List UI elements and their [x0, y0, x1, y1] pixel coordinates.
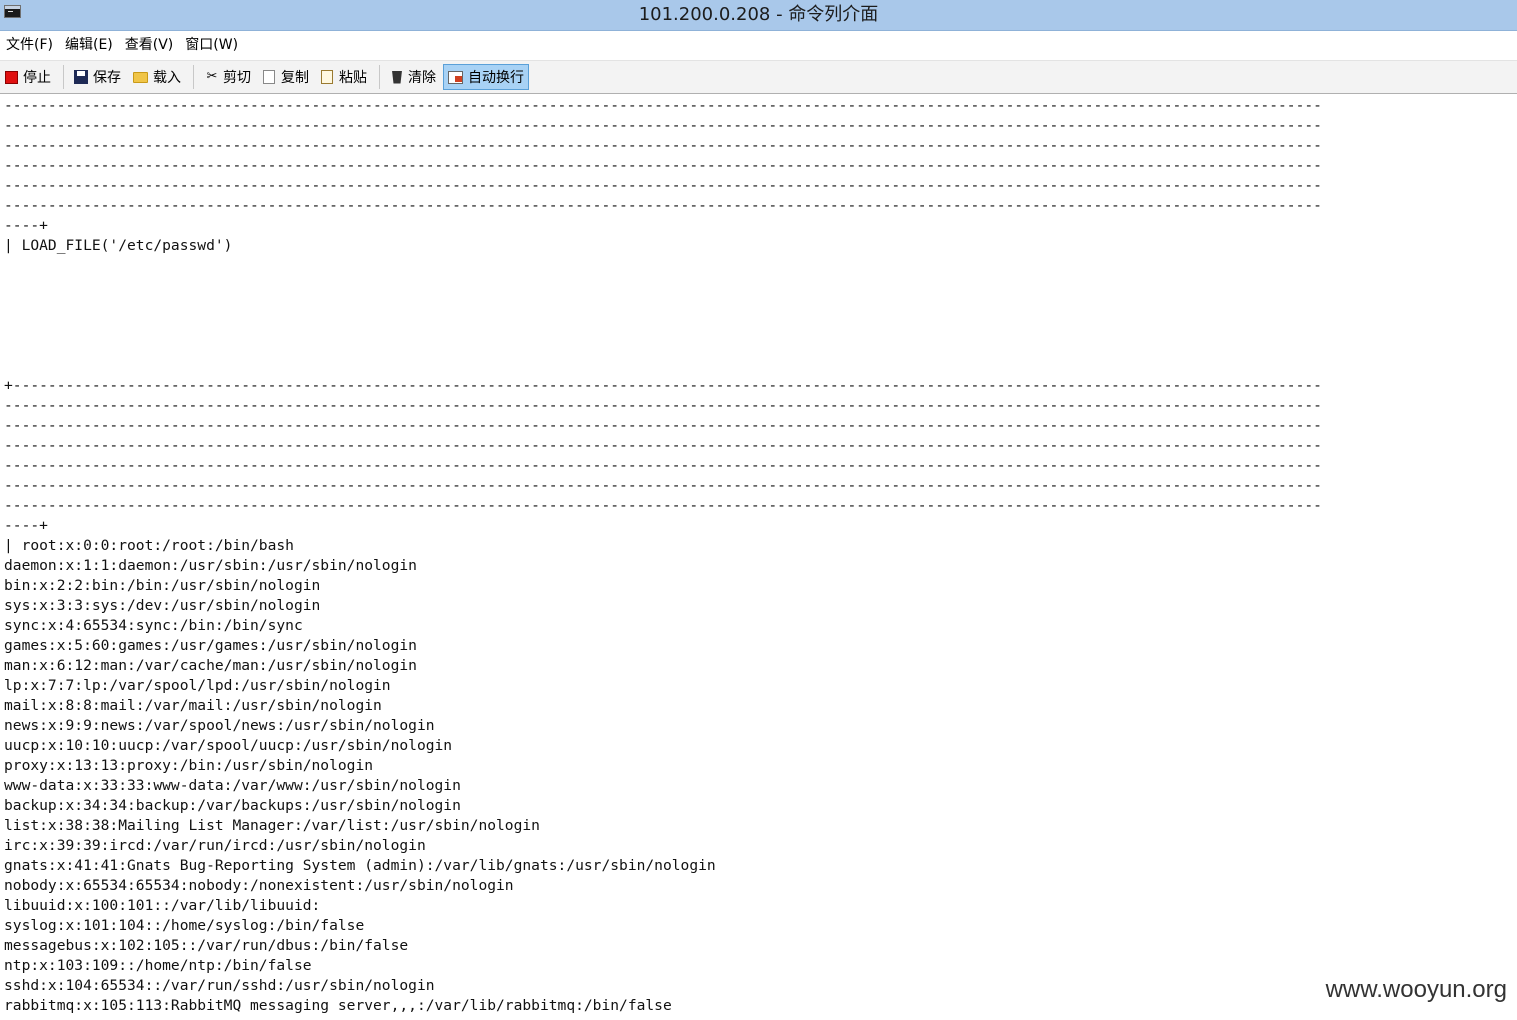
toolbar: 停止 保存 载入 ✂ 剪切 复制 粘贴 清除 自动换行 — [0, 60, 1517, 94]
console-line: rabbitmq:x:105:113:RabbitMQ messaging se… — [4, 997, 672, 1014]
menu-edit[interactable]: 编辑(E) — [59, 31, 119, 59]
save-button[interactable]: 保存 — [69, 64, 126, 90]
console-line: ----------------------------------------… — [4, 137, 1322, 154]
cut-button[interactable]: ✂ 剪切 — [199, 64, 256, 90]
console-line: libuuid:x:100:101::/var/lib/libuuid: — [4, 897, 321, 914]
copy-icon — [263, 70, 275, 84]
console-line: nobody:x:65534:65534:nobody:/nonexistent… — [4, 877, 514, 894]
console-line: sshd:x:104:65534::/var/run/sshd:/usr/sbi… — [4, 977, 435, 994]
console-line: backup:x:34:34:backup:/var/backups:/usr/… — [4, 797, 461, 814]
folder-icon — [133, 71, 148, 83]
menu-window[interactable]: 窗口(W) — [179, 31, 244, 59]
console-line: ----------------------------------------… — [4, 117, 1322, 134]
console-line: uucp:x:10:10:uucp:/var/spool/uucp:/usr/s… — [4, 737, 453, 754]
console-line: www-data:x:33:33:www-data:/var/www:/usr/… — [4, 777, 461, 794]
console-line: ntp:x:103:109::/home/ntp:/bin/false — [4, 957, 312, 974]
console-line: games:x:5:60:games:/usr/games:/usr/sbin/… — [4, 637, 417, 654]
console-line: ----------------------------------------… — [4, 397, 1322, 414]
word-wrap-icon — [448, 70, 463, 84]
toolbar-separator — [379, 65, 380, 89]
menu-bar: 文件(F) 编辑(E) 查看(V) 窗口(W) — [0, 31, 1517, 59]
console-output-area[interactable]: ----------------------------------------… — [0, 93, 1517, 1020]
trash-icon — [392, 70, 402, 84]
console-line: ----------------------------------------… — [4, 197, 1322, 214]
console-line: sys:x:3:3:sys:/dev:/usr/sbin/nologin — [4, 597, 321, 614]
copy-label: 复制 — [281, 70, 309, 86]
console-line: ----------------------------------------… — [4, 457, 1322, 474]
console-line: ----+ — [4, 517, 48, 534]
terminal-window: 101.200.0.208 - 命令列介面 文件(F) 编辑(E) 查看(V) … — [0, 0, 1517, 1020]
console-line: ----------------------------------------… — [4, 437, 1322, 454]
console-line: | root:x:0:0:root:/root:/bin/bash — [4, 537, 294, 554]
console-line: +---------------------------------------… — [4, 377, 1322, 394]
stop-button[interactable]: 停止 — [0, 64, 56, 90]
word-wrap-label: 自动换行 — [468, 70, 524, 86]
load-label: 载入 — [153, 70, 181, 86]
console-line: ----------------------------------------… — [4, 477, 1322, 494]
menu-file[interactable]: 文件(F) — [0, 31, 59, 59]
console-line: lp:x:7:7:lp:/var/spool/lpd:/usr/sbin/nol… — [4, 677, 391, 694]
window-title: 101.200.0.208 - 命令列介面 — [638, 4, 879, 25]
console-line: proxy:x:13:13:proxy:/bin:/usr/sbin/nolog… — [4, 757, 374, 774]
console-line: gnats:x:41:41:Gnats Bug-Reporting System… — [4, 857, 716, 874]
floppy-disk-icon — [74, 70, 88, 84]
console-line: list:x:38:38:Mailing List Manager:/var/l… — [4, 817, 540, 834]
watermark: www.wooyun.org — [1325, 976, 1507, 1003]
paste-label: 粘贴 — [339, 70, 367, 86]
console-line: ----+ — [4, 217, 48, 234]
console-line: ----------------------------------------… — [4, 157, 1322, 174]
console-text[interactable]: ----------------------------------------… — [0, 94, 1517, 1016]
console-line: daemon:x:1:1:daemon:/usr/sbin:/usr/sbin/… — [4, 557, 417, 574]
cut-label: 剪切 — [223, 70, 251, 86]
word-wrap-toggle[interactable]: 自动换行 — [443, 64, 529, 90]
paste-button[interactable]: 粘贴 — [316, 64, 372, 90]
console-line: man:x:6:12:man:/var/cache/man:/usr/sbin/… — [4, 657, 417, 674]
console-line: news:x:9:9:news:/var/spool/news:/usr/sbi… — [4, 717, 435, 734]
title-bar[interactable]: 101.200.0.208 - 命令列介面 — [0, 0, 1517, 31]
stop-label: 停止 — [23, 70, 51, 86]
console-line: mail:x:8:8:mail:/var/mail:/usr/sbin/nolo… — [4, 697, 382, 714]
clear-label: 清除 — [408, 70, 436, 86]
console-line: ----------------------------------------… — [4, 97, 1322, 114]
save-label: 保存 — [93, 70, 121, 86]
console-line: syslog:x:101:104::/home/syslog:/bin/fals… — [4, 917, 365, 934]
load-button[interactable]: 载入 — [128, 64, 186, 90]
clear-button[interactable]: 清除 — [385, 64, 441, 90]
menu-view[interactable]: 查看(V) — [119, 31, 180, 59]
console-line: messagebus:x:102:105::/var/run/dbus:/bin… — [4, 937, 409, 954]
console-line: | LOAD_FILE('/etc/passwd') — [4, 237, 233, 254]
console-line: bin:x:2:2:bin:/bin:/usr/sbin/nologin — [4, 577, 321, 594]
copy-button[interactable]: 复制 — [258, 64, 314, 90]
toolbar-separator — [193, 65, 194, 89]
console-line: irc:x:39:39:ircd:/var/run/ircd:/usr/sbin… — [4, 837, 426, 854]
toolbar-separator — [63, 65, 64, 89]
stop-icon — [5, 70, 18, 84]
console-line: ----------------------------------------… — [4, 417, 1322, 434]
console-line: ----------------------------------------… — [4, 177, 1322, 194]
scissors-icon: ✂ — [206, 69, 218, 84]
console-line: sync:x:4:65534:sync:/bin:/bin/sync — [4, 617, 303, 634]
console-line: ----------------------------------------… — [4, 497, 1322, 514]
clipboard-icon — [321, 70, 333, 84]
